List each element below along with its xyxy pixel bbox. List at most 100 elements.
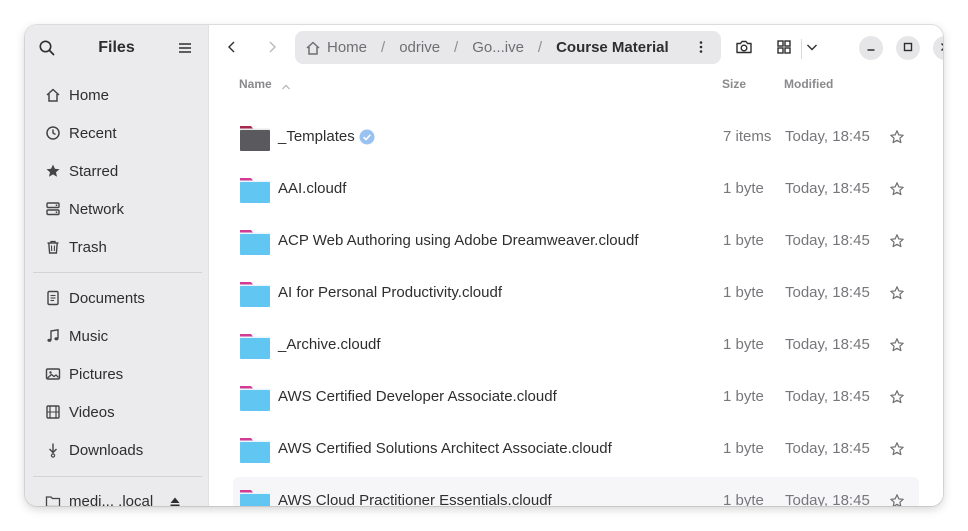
star-toggle-icon[interactable]: [889, 129, 905, 145]
file-name: AAI.cloudf: [278, 180, 347, 197]
file-name: AWS Certified Developer Associate.cloudf: [278, 388, 557, 405]
sidebar-item-label: Trash: [69, 238, 107, 256]
star-toggle-icon[interactable]: [889, 233, 905, 249]
sidebar-item-downloads[interactable]: Downloads: [33, 433, 201, 467]
breadcrumb-drive[interactable]: Go...ive: [472, 39, 524, 56]
sidebar-item-label: Documents: [69, 289, 145, 307]
file-size: 1 byte: [723, 336, 764, 353]
forward-button[interactable]: [260, 37, 284, 61]
column-header-name[interactable]: Name: [239, 77, 272, 91]
folder-icon: [239, 226, 271, 258]
file-size: 1 byte: [723, 440, 764, 457]
sidebar-item-label: Videos: [69, 403, 115, 421]
sidebar-item-label: Home: [69, 86, 110, 104]
file-row[interactable]: AI for Personal Productivity.cloudf 1 by…: [233, 269, 919, 319]
pathbar: Home / odrive / Go...ive / Course Materi…: [295, 31, 721, 64]
star-toggle-icon[interactable]: [889, 389, 905, 405]
file-modified: Today, 18:45: [785, 492, 870, 506]
file-row[interactable]: AAI.cloudf 1 byte Today, 18:45: [233, 165, 919, 215]
file-name: _Templates: [278, 128, 355, 145]
maximize-button[interactable]: [896, 36, 920, 60]
close-icon: [940, 39, 943, 57]
trash-icon: [45, 239, 61, 255]
star-toggle-icon[interactable]: [889, 441, 905, 457]
star-toggle-icon[interactable]: [889, 337, 905, 353]
chevron-right-icon: [265, 40, 279, 59]
sidebar-item-recent[interactable]: Recent: [33, 116, 201, 150]
star-toggle-icon[interactable]: [889, 181, 905, 197]
folder-icon: [239, 330, 271, 362]
sidebar-item-label: Network: [69, 200, 125, 218]
column-header-modified[interactable]: Modified: [784, 77, 833, 91]
star-icon: [45, 163, 61, 179]
chevron-down-icon: [805, 40, 819, 59]
file-row[interactable]: ACP Web Authoring using Adobe Dreamweave…: [233, 217, 919, 267]
file-row[interactable]: AWS Certified Solutions Architect Associ…: [233, 425, 919, 475]
clock-icon: [45, 125, 61, 141]
folder-icon: [239, 382, 271, 414]
picture-icon: [45, 366, 61, 382]
sidebar-item-label: Music: [69, 327, 109, 345]
folder-icon: [239, 278, 271, 310]
sidebar: Files Home Recent Starred Network Trash …: [25, 25, 208, 506]
close-button[interactable]: [933, 36, 943, 60]
chevron-left-icon: [225, 40, 239, 59]
sort-ascending-icon: [281, 79, 291, 90]
column-header-size[interactable]: Size: [722, 77, 746, 91]
file-size: 1 byte: [723, 388, 764, 405]
file-modified: Today, 18:45: [785, 232, 870, 249]
sidebar-item-starred[interactable]: Starred: [33, 154, 201, 188]
network-icon: [45, 201, 61, 217]
file-modified: Today, 18:45: [785, 440, 870, 457]
minimize-icon: [866, 39, 876, 57]
folder-icon: [45, 493, 61, 506]
music-icon: [45, 328, 61, 344]
file-modified: Today, 18:45: [785, 180, 870, 197]
view-grid-button[interactable]: [772, 37, 796, 61]
sidebar-item-pictures[interactable]: Pictures: [33, 357, 201, 391]
file-row[interactable]: _Templates 7 items Today, 18:45: [233, 113, 919, 163]
file-name: AWS Certified Solutions Architect Associ…: [278, 440, 612, 457]
star-toggle-icon[interactable]: [889, 285, 905, 301]
star-toggle-icon[interactable]: [889, 493, 905, 506]
sidebar-item-label: Recent: [69, 124, 117, 142]
sidebar-divider: [33, 272, 202, 273]
file-row[interactable]: AWS Certified Developer Associate.cloudf…: [233, 373, 919, 423]
files-window: Files Home Recent Starred Network Trash …: [25, 25, 943, 506]
file-modified: Today, 18:45: [785, 336, 870, 353]
sidebar-item-network[interactable]: Network: [33, 192, 201, 226]
eject-icon[interactable]: [169, 495, 181, 506]
synced-check-icon: [359, 129, 375, 145]
file-size: 1 byte: [723, 180, 764, 197]
download-icon: [45, 442, 61, 458]
breadcrumb-separator: /: [454, 39, 459, 56]
home-icon: [305, 40, 321, 56]
templates-folder-icon: [239, 122, 271, 154]
sidebar-item-home[interactable]: Home: [33, 78, 201, 112]
view-options-button[interactable]: [800, 37, 824, 61]
search-folder-button[interactable]: [732, 37, 756, 61]
menu-icon[interactable]: [176, 39, 194, 57]
sidebar-item-music[interactable]: Music: [33, 319, 201, 353]
sidebar-item-videos[interactable]: Videos: [33, 395, 201, 429]
more-options-icon[interactable]: [693, 39, 709, 55]
file-row[interactable]: _Archive.cloudf 1 byte Today, 18:45: [233, 321, 919, 371]
breadcrumb-home[interactable]: Home: [327, 39, 367, 56]
file-size: 1 byte: [723, 492, 764, 506]
file-name: AI for Personal Productivity.cloudf: [278, 284, 502, 301]
sidebar-item-trash[interactable]: Trash: [33, 230, 201, 264]
sidebar-item-label: Starred: [69, 162, 119, 180]
camera-icon: [735, 38, 753, 61]
sidebar-item-documents[interactable]: Documents: [33, 281, 201, 315]
document-icon: [45, 290, 61, 306]
file-modified: Today, 18:45: [785, 388, 870, 405]
minimize-button[interactable]: [859, 36, 883, 60]
breadcrumb-separator: /: [537, 39, 543, 56]
file-row[interactable]: AWS Cloud Practitioner Essentials.cloudf…: [233, 477, 919, 506]
breadcrumb-odrive[interactable]: odrive: [399, 39, 440, 56]
breadcrumb-current[interactable]: Course Material: [556, 39, 669, 56]
back-button[interactable]: [220, 37, 244, 61]
file-size: 1 byte: [723, 284, 764, 301]
sidebar-divider: [33, 476, 202, 477]
file-size: 7 items: [723, 128, 772, 145]
